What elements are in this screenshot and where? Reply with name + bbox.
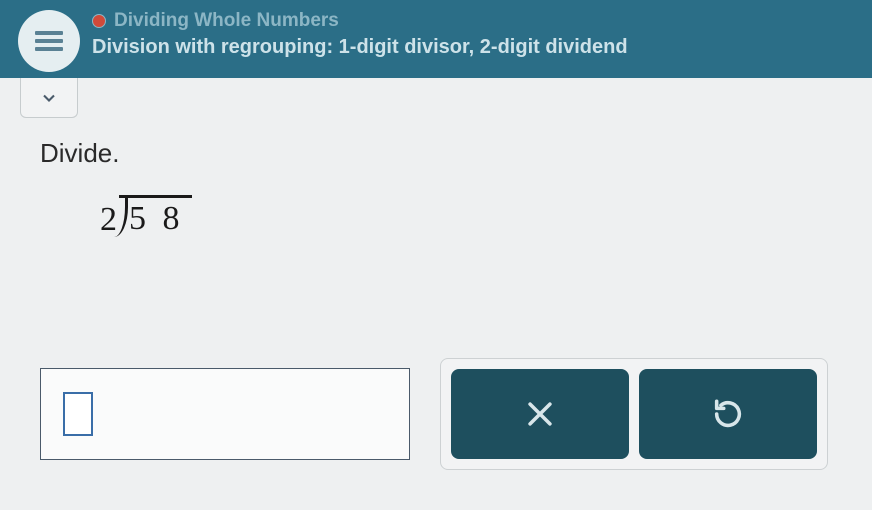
chevron-down-icon bbox=[39, 88, 59, 108]
header: Dividing Whole Numbers Division with reg… bbox=[0, 0, 872, 78]
collapse-tab[interactable] bbox=[20, 78, 78, 118]
lesson-subtitle: Division with regrouping: 1-digit diviso… bbox=[92, 36, 628, 59]
status-dot-icon bbox=[92, 14, 106, 28]
dividend: 5 8 bbox=[119, 195, 192, 238]
menu-button[interactable] bbox=[18, 10, 80, 72]
bottom-area bbox=[40, 358, 832, 470]
topic-row: Dividing Whole Numbers bbox=[92, 10, 628, 32]
undo-button[interactable] bbox=[639, 369, 817, 459]
header-text: Dividing Whole Numbers Division with reg… bbox=[92, 8, 628, 59]
answer-box[interactable] bbox=[40, 368, 410, 460]
close-icon bbox=[523, 397, 557, 431]
topic-title: Dividing Whole Numbers bbox=[114, 10, 339, 32]
answer-input[interactable] bbox=[63, 392, 93, 436]
clear-button[interactable] bbox=[451, 369, 629, 459]
button-panel bbox=[440, 358, 828, 470]
division-problem: 2 5 8 bbox=[100, 195, 832, 239]
content-area: Divide. 2 5 8 bbox=[0, 118, 872, 259]
instruction-text: Divide. bbox=[40, 138, 832, 169]
undo-icon bbox=[711, 397, 745, 431]
